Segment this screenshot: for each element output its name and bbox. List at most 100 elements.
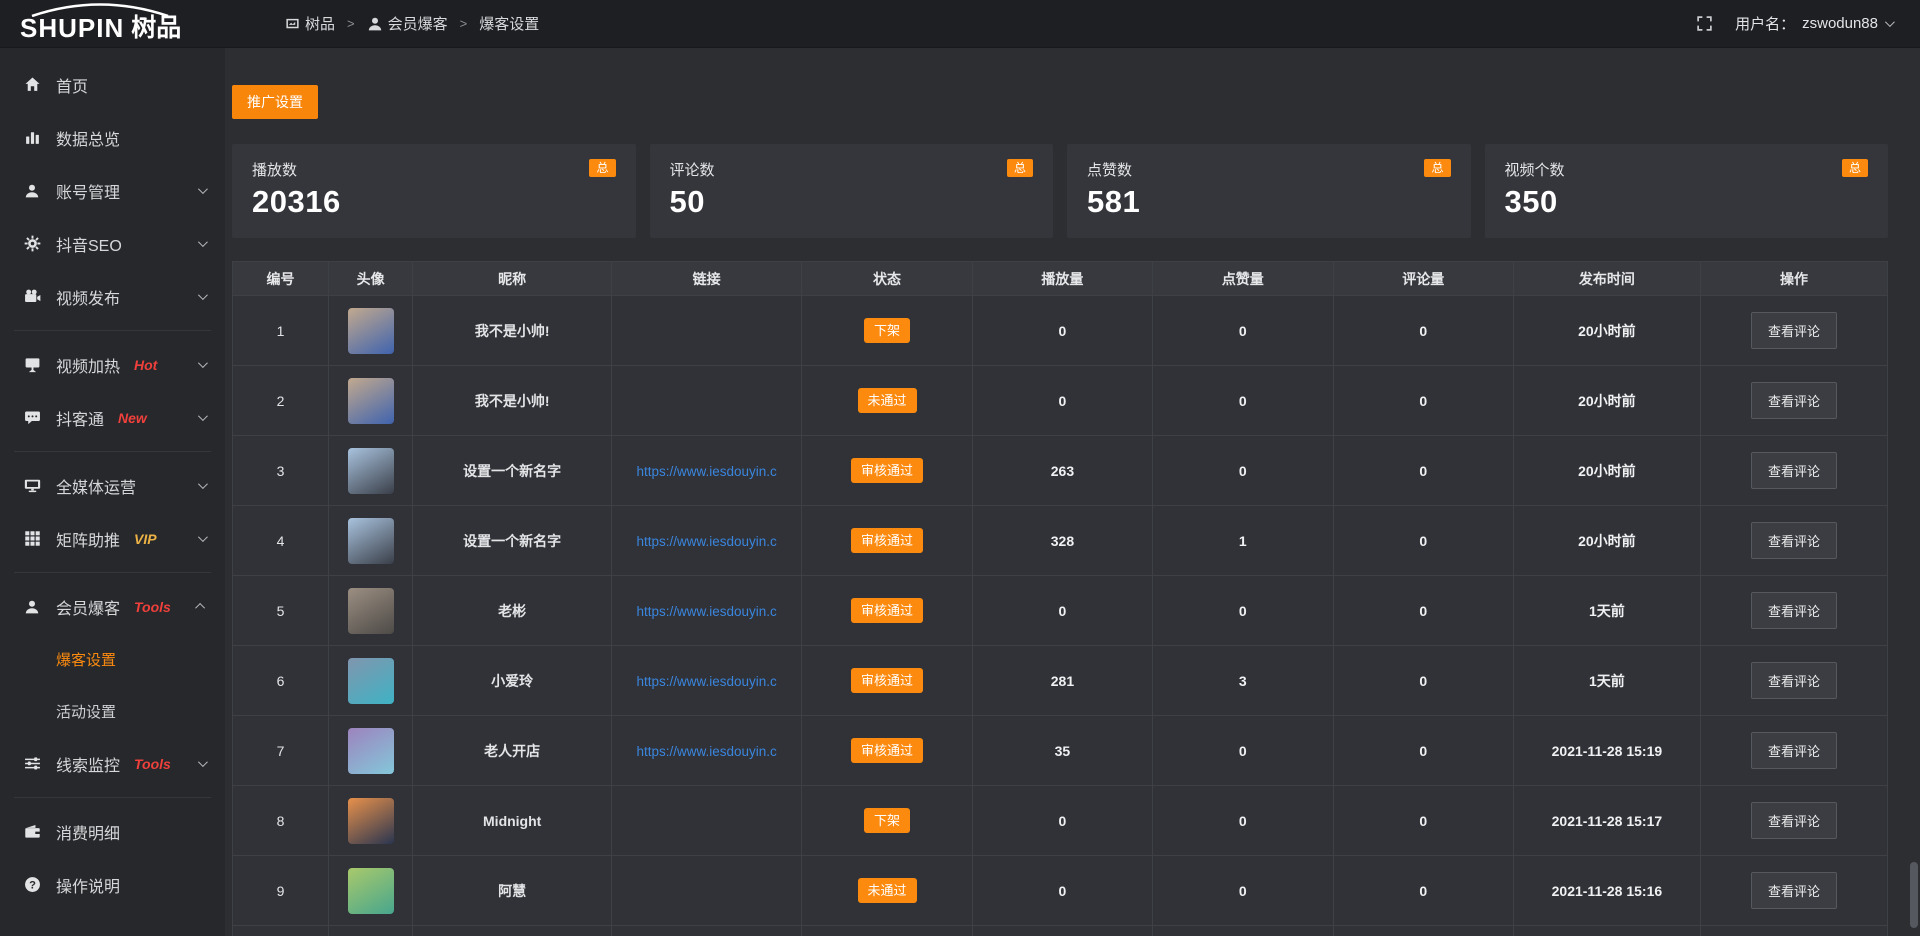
status-cell: [802, 926, 972, 936]
comments-cell: 0: [1333, 716, 1513, 786]
view-comments-button[interactable]: 查看评论: [1751, 872, 1837, 909]
user-icon: [24, 183, 42, 199]
sidebar-item-label: 抖客通: [56, 406, 104, 430]
sidebar-item[interactable]: 视频加热Hot: [0, 338, 225, 391]
fullscreen-icon[interactable]: [1696, 15, 1713, 32]
chevron-down-icon: [198, 184, 208, 194]
status-badge: 未通过: [858, 388, 917, 413]
breadcrumb-item[interactable]: 树品: [285, 13, 335, 34]
time-cell: 20小时前: [1513, 506, 1700, 576]
likes-cell: 0: [1153, 366, 1333, 436]
video-link[interactable]: https://www.iesdouyin.c: [636, 744, 776, 759]
sidebar-item[interactable]: 账号管理: [0, 164, 225, 217]
table-row: 6 小爱玲 https://www.iesdouyin.c 审核通过 281 3…: [233, 646, 1888, 716]
sidebar-item[interactable]: ?操作说明: [0, 858, 225, 911]
sidebar-divider: [14, 451, 211, 452]
main-content: 推广设置 播放数 总 20316 评论数 总 50 点赞数 总 581: [225, 0, 1920, 936]
plays-cell: 0: [972, 576, 1152, 646]
logo-arc: [26, 3, 174, 17]
stat-card: 评论数 总 50: [650, 144, 1054, 238]
column-header: 编号: [233, 262, 329, 296]
status-badge: 审核通过: [851, 598, 923, 623]
sidebar-item[interactable]: 会员爆客Tools: [0, 580, 225, 633]
likes-cell: 0: [1153, 296, 1333, 366]
sidebar-item[interactable]: 抖音SEO: [0, 217, 225, 270]
plays-cell: 0: [972, 786, 1152, 856]
row-id-cell: 8: [233, 786, 329, 856]
bar-chart-icon: [24, 129, 42, 146]
sidebar-item[interactable]: 矩阵助推 VIP: [0, 512, 225, 565]
sidebar-item[interactable]: 抖客通New: [0, 391, 225, 444]
plays-cell: 281: [972, 646, 1152, 716]
scrollbar-thumb[interactable]: [1910, 862, 1918, 928]
sidebar-subitem[interactable]: 活动设置: [0, 685, 225, 737]
avatar-cell: [328, 436, 412, 506]
sliders-icon: [24, 755, 42, 772]
sidebar-item[interactable]: 消费明细: [0, 805, 225, 858]
comments-cell: 0: [1333, 646, 1513, 716]
avatar: [348, 728, 394, 774]
svg-text:?: ?: [29, 879, 36, 891]
table-body: 1 我不是小帅! 下架 0 0 0 20小时前 查看评论 2 我不是小帅! 未通…: [233, 296, 1888, 936]
plays-cell: 0: [972, 296, 1152, 366]
user-menu[interactable]: 用户名：zswodun88: [1735, 13, 1892, 34]
column-header: 操作: [1700, 262, 1887, 296]
view-comments-button[interactable]: 查看评论: [1751, 662, 1837, 699]
column-header: 头像: [328, 262, 412, 296]
likes-cell: 3: [1153, 646, 1333, 716]
likes-cell: 0: [1153, 716, 1333, 786]
sidebar-item-tag: VIP: [134, 531, 157, 547]
avatar: [348, 308, 394, 354]
plays-cell: 0: [972, 366, 1152, 436]
comments-cell: 0: [1333, 506, 1513, 576]
column-header: 发布时间: [1513, 262, 1700, 296]
video-link[interactable]: https://www.iesdouyin.c: [636, 464, 776, 479]
view-comments-button[interactable]: 查看评论: [1751, 382, 1837, 419]
action-cell: 查看评论: [1700, 786, 1887, 856]
likes-cell: 0: [1153, 576, 1333, 646]
sidebar-item[interactable]: 全媒体运营: [0, 459, 225, 512]
time-cell: 2021-11-28 15:17: [1513, 786, 1700, 856]
sidebar-item-label: 数据总览: [56, 126, 120, 150]
view-comments-button[interactable]: 查看评论: [1751, 312, 1837, 349]
comments-cell: 0: [1333, 296, 1513, 366]
videos-table: 编号头像昵称链接状态播放量点赞量评论量发布时间操作 1 我不是小帅! 下架 0 …: [232, 261, 1888, 936]
comments-cell: 0: [1333, 436, 1513, 506]
sidebar-item[interactable]: 首页: [0, 58, 225, 111]
sidebar-item-label: 抖音SEO: [56, 232, 122, 256]
breadcrumb-label: 爆客设置: [479, 13, 539, 34]
video-link[interactable]: https://www.iesdouyin.c: [636, 534, 776, 549]
row-id-cell: 5: [233, 576, 329, 646]
topbar: SHUPIN 树品 树品>会员爆客>爆客设置 用户名：zswodun88: [0, 0, 1920, 48]
sidebar-divider: [14, 797, 211, 798]
view-comments-button[interactable]: 查看评论: [1751, 522, 1837, 559]
action-cell: 查看评论: [1700, 366, 1887, 436]
sidebar-item[interactable]: 数据总览: [0, 111, 225, 164]
view-comments-button[interactable]: 查看评论: [1751, 732, 1837, 769]
view-comments-button[interactable]: 查看评论: [1751, 802, 1837, 839]
status-cell: 审核通过: [802, 716, 972, 786]
video-link[interactable]: https://www.iesdouyin.c: [636, 604, 776, 619]
video-link[interactable]: https://www.iesdouyin.c: [636, 674, 776, 689]
sidebar-item-label: 矩阵助推: [56, 527, 120, 551]
time-cell: 2021-11-28 15:16: [1513, 856, 1700, 926]
link-cell: [611, 926, 801, 936]
promote-settings-button[interactable]: 推广设置: [232, 85, 318, 119]
wallet-icon: [24, 823, 42, 840]
column-header: 评论量: [1333, 262, 1513, 296]
status-badge: 未通过: [858, 878, 917, 903]
view-comments-button[interactable]: 查看评论: [1751, 452, 1837, 489]
breadcrumb-item[interactable]: 会员爆客: [367, 13, 448, 34]
status-cell: 未通过: [802, 856, 972, 926]
sidebar-item[interactable]: 线索监控Tools: [0, 737, 225, 790]
avatar-cell: [328, 646, 412, 716]
sidebar-item[interactable]: 视频发布: [0, 270, 225, 323]
status-cell: 下架: [802, 296, 972, 366]
stat-value: 50: [670, 184, 1034, 220]
column-header: 昵称: [413, 262, 612, 296]
avatar: [348, 518, 394, 564]
stat-total-badge: 总: [1424, 159, 1450, 177]
sidebar-subitem[interactable]: 爆客设置: [0, 633, 225, 685]
nickname-cell: Midnight: [413, 786, 612, 856]
view-comments-button[interactable]: 查看评论: [1751, 592, 1837, 629]
